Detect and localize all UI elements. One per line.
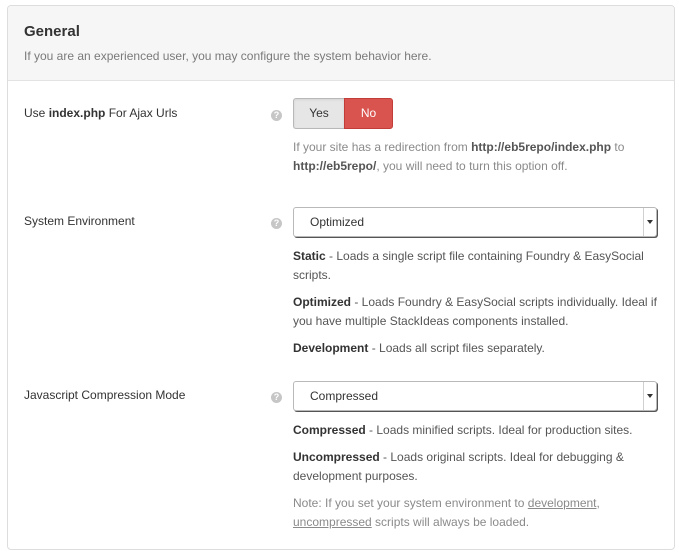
no-button[interactable]: No bbox=[344, 98, 393, 129]
compression-mode-select[interactable]: Compressed bbox=[293, 381, 657, 411]
option-name: Development bbox=[293, 341, 369, 355]
setting-label-system-environment: System Environment bbox=[24, 214, 135, 228]
ajax-urls-field: Yes No If your site has a redirection fr… bbox=[293, 98, 658, 176]
compression-descriptions: Compressed - Loads minified scripts. Ide… bbox=[293, 421, 658, 486]
question-icon[interactable]: ? bbox=[271, 110, 282, 121]
general-settings-panel: General If you are an experienced user, … bbox=[7, 5, 675, 550]
note-text: , you will need to turn this option off. bbox=[376, 159, 568, 173]
note-text: If your site has a redirection from bbox=[293, 140, 472, 154]
note-url: http://eb5repo/index.php bbox=[471, 140, 612, 154]
yes-button[interactable]: Yes bbox=[293, 98, 344, 129]
panel-header: General If you are an experienced user, … bbox=[8, 6, 674, 81]
option-name: Optimized bbox=[293, 295, 352, 309]
question-icon[interactable]: ? bbox=[271, 218, 282, 229]
note-text: to bbox=[611, 140, 625, 154]
select-value: Optimized bbox=[310, 215, 365, 229]
chevron-down-icon bbox=[643, 382, 656, 410]
setting-label-ajax-urls: Use index.php For Ajax Urls bbox=[24, 106, 177, 120]
option-name: Static bbox=[293, 249, 326, 263]
development-link[interactable]: development bbox=[528, 496, 597, 510]
system-environment-select[interactable]: Optimized bbox=[293, 207, 657, 237]
note-text: Note: If you set your system environment… bbox=[293, 496, 528, 510]
option-name: Compressed bbox=[293, 423, 366, 437]
compression-mode-field: Compressed Compressed - Loads minified s… bbox=[293, 381, 658, 532]
select-value: Compressed bbox=[310, 389, 379, 403]
system-environment-field: Optimized Static - Loads a single script… bbox=[293, 207, 658, 358]
note-text: , bbox=[596, 496, 600, 510]
question-icon[interactable]: ? bbox=[271, 392, 282, 403]
label-bold-text: index.php bbox=[48, 106, 106, 120]
compression-note: Note: If you set your system environment… bbox=[293, 494, 658, 532]
note-url: http://eb5repo/ bbox=[293, 159, 377, 173]
option-text: - Loads all script files separately. bbox=[368, 341, 545, 355]
option-text: - Loads a single script file containing … bbox=[293, 249, 644, 282]
ajax-urls-note: If your site has a redirection from http… bbox=[293, 138, 658, 176]
environment-option-desc: Development - Loads all script files sep… bbox=[293, 339, 658, 358]
compression-option-desc: Compressed - Loads minified scripts. Ide… bbox=[293, 421, 658, 440]
environment-descriptions: Static - Loads a single script file cont… bbox=[293, 247, 658, 358]
note-text: scripts will always be loaded. bbox=[371, 515, 530, 529]
label-text: Use bbox=[24, 106, 49, 120]
panel-description: If you are an experienced user, you may … bbox=[24, 49, 432, 63]
option-name: Uncompressed bbox=[293, 450, 380, 464]
environment-option-desc: Static - Loads a single script file cont… bbox=[293, 247, 658, 285]
label-text: For Ajax Urls bbox=[105, 106, 178, 120]
yes-no-toggle: Yes No bbox=[293, 98, 658, 129]
compression-option-desc: Uncompressed - Loads original scripts. I… bbox=[293, 448, 658, 486]
panel-title: General bbox=[24, 23, 80, 40]
uncompressed-link[interactable]: uncompressed bbox=[293, 515, 372, 529]
environment-option-desc: Optimized - Loads Foundry & EasySocial s… bbox=[293, 293, 658, 331]
chevron-down-icon bbox=[643, 208, 656, 236]
setting-label-compression-mode: Javascript Compression Mode bbox=[24, 388, 186, 402]
option-text: - Loads minified scripts. Ideal for prod… bbox=[365, 423, 633, 437]
